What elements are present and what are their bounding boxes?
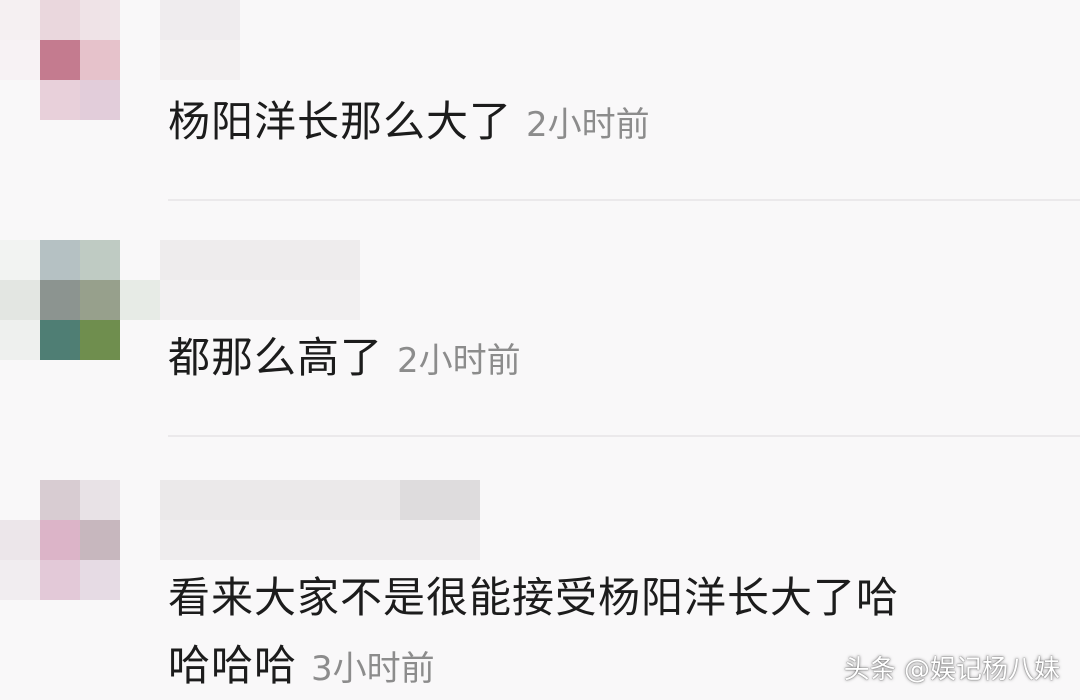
avatar[interactable] xyxy=(0,480,160,640)
comment-text: 杨阳洋长那么大了 2小时前 xyxy=(168,96,650,149)
blurred-username xyxy=(160,0,240,80)
comment-list: 杨阳洋长那么大了 2小时前 都那么高了 2小时前 看来大家不是很能接受杨阳洋长大… xyxy=(0,0,1080,700)
comment-timestamp: 2小时前 xyxy=(397,341,521,381)
comment-body: 都那么高了 xyxy=(168,333,384,382)
comment-body: 杨阳洋长那么大了 xyxy=(168,97,513,146)
avatar[interactable] xyxy=(0,0,160,160)
comment-timestamp: 3小时前 xyxy=(311,649,435,689)
comment-text: 哈哈哈 3小时前 xyxy=(168,640,435,693)
divider xyxy=(168,199,1080,201)
comment-body-line2: 哈哈哈 xyxy=(168,641,298,690)
comment-text: 都那么高了 2小时前 xyxy=(168,332,521,385)
blurred-username xyxy=(160,480,480,560)
avatar[interactable] xyxy=(0,240,160,400)
comment-text: 看来大家不是很能接受杨阳洋长大了哈 xyxy=(168,572,899,625)
watermark: 头条 @娱记杨八妹 xyxy=(843,655,1060,685)
blurred-username xyxy=(160,240,360,320)
divider xyxy=(168,435,1080,437)
comment-body-line1: 看来大家不是很能接受杨阳洋长大了哈 xyxy=(168,573,900,622)
comment-timestamp: 2小时前 xyxy=(526,105,650,145)
